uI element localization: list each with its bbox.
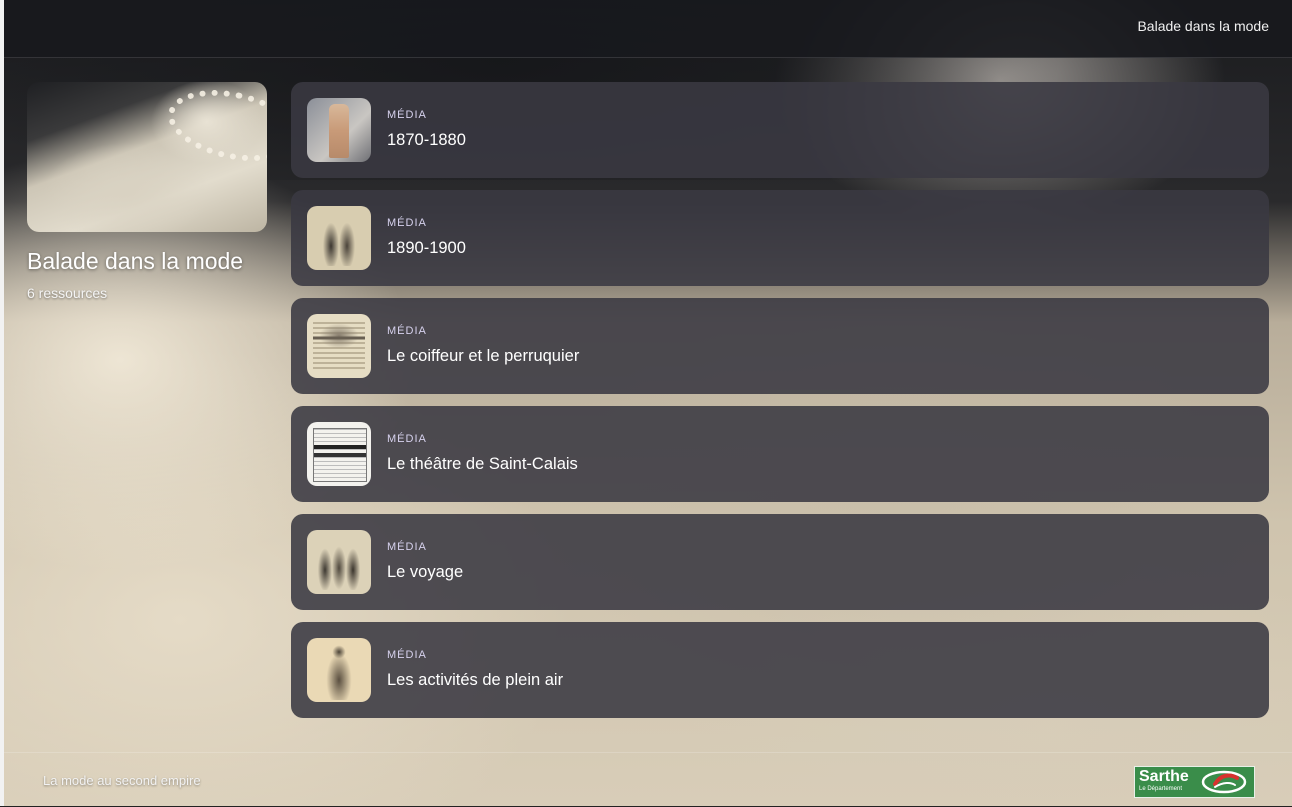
list-item-voyage[interactable]: MÉDIA Le voyage	[291, 514, 1269, 610]
item-thumbnail	[307, 422, 371, 486]
logo-swoosh-icon	[1201, 770, 1247, 794]
list-item-1890-1900[interactable]: MÉDIA 1890-1900	[291, 190, 1269, 286]
collection-resource-count: 6 ressources	[27, 285, 108, 301]
sarthe-logo[interactable]: Sarthe Le Département	[1134, 766, 1255, 798]
item-title: Le théâtre de Saint-Calais	[387, 455, 578, 473]
topbar-title[interactable]: Balade dans la mode	[1137, 18, 1269, 34]
item-thumbnail	[307, 206, 371, 270]
item-thumbnail	[307, 530, 371, 594]
resource-list: MÉDIA 1870-1880 MÉDIA 1890-1900 MÉDIA Le…	[291, 82, 1269, 730]
logo-subtitle: Le Département	[1139, 786, 1183, 792]
logo-wordmark: Sarthe	[1139, 768, 1189, 785]
item-type-label: MÉDIA	[387, 325, 427, 337]
item-type-label: MÉDIA	[387, 217, 427, 229]
collection-title: Balade dans la mode	[27, 248, 244, 274]
footer-text: La mode au second empire	[43, 773, 201, 788]
list-item-theatre-saint-calais[interactable]: MÉDIA Le théâtre de Saint-Calais	[291, 406, 1269, 502]
item-title: 1870-1880	[387, 131, 466, 149]
item-title: Les activités de plein air	[387, 671, 564, 689]
list-item-activites-plein-air[interactable]: MÉDIA Les activités de plein air	[291, 622, 1269, 718]
item-thumbnail	[307, 98, 371, 162]
item-thumbnail	[307, 638, 371, 702]
item-type-label: MÉDIA	[387, 649, 427, 661]
collection-card: Balade dans la mode 6 ressources	[27, 82, 267, 301]
item-thumbnail	[307, 314, 371, 378]
item-title: Le voyage	[387, 563, 464, 581]
left-edge-strip	[0, 0, 4, 806]
item-title: Le coiffeur et le perruquier	[387, 347, 580, 365]
item-type-label: MÉDIA	[387, 109, 427, 121]
item-type-label: MÉDIA	[387, 433, 427, 445]
collection-cover-image	[27, 82, 267, 232]
list-item-1870-1880[interactable]: MÉDIA 1870-1880	[291, 82, 1269, 178]
list-item-coiffeur-perruquier[interactable]: MÉDIA Le coiffeur et le perruquier	[291, 298, 1269, 394]
footer: La mode au second empire Sarthe Le Dépar…	[4, 752, 1292, 807]
top-bar: Balade dans la mode	[4, 0, 1292, 58]
item-type-label: MÉDIA	[387, 541, 427, 553]
item-title: 1890-1900	[387, 239, 466, 257]
